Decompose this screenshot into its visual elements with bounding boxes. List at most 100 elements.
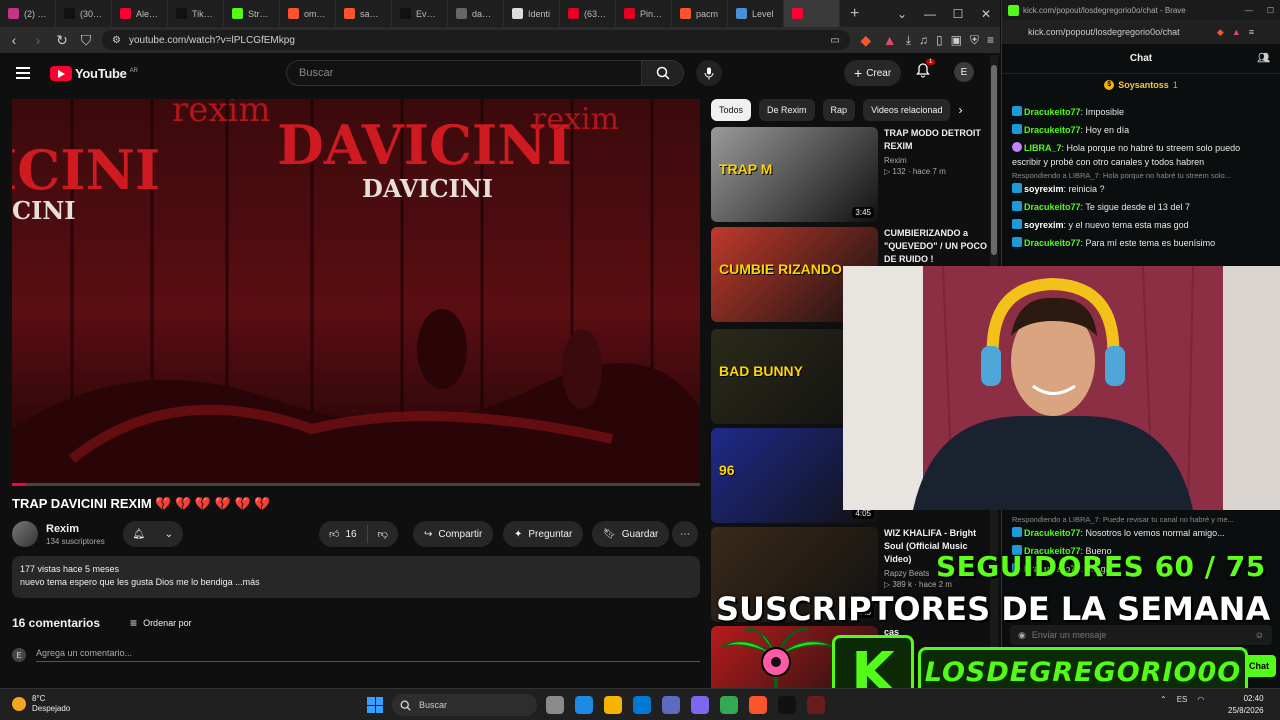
like-button[interactable]: 👍︎ 16 bbox=[319, 525, 368, 543]
browser-tab[interactable]: pacm bbox=[672, 0, 728, 27]
maximize-button[interactable]: ☐ bbox=[1267, 6, 1274, 15]
taskbar-app-icon[interactable] bbox=[662, 696, 680, 714]
chat-username[interactable]: Dracukeito77 bbox=[1024, 125, 1081, 135]
subscribed-button[interactable]: 🔔︎ ⌄ bbox=[122, 521, 183, 547]
vpn-icon[interactable]: ⛨ bbox=[970, 33, 979, 48]
account-avatar[interactable]: E bbox=[954, 62, 974, 82]
video-player[interactable]: DAVICINI DAVICINI rexim ICINI CINI rexim bbox=[12, 99, 700, 486]
youtube-logo[interactable]: YouTube AR bbox=[50, 65, 138, 81]
filter-chip[interactable]: De Rexim bbox=[759, 99, 815, 121]
chat-username[interactable]: Dracukeito77 bbox=[1024, 528, 1081, 538]
new-tab-button[interactable]: + bbox=[840, 5, 869, 23]
brave-shield-icon[interactable]: ◆ bbox=[858, 32, 874, 49]
chat-message[interactable]: Dracukeito77: Hoy en día bbox=[1002, 121, 1280, 139]
chat-username[interactable]: soyrexim bbox=[1024, 220, 1064, 230]
chat-username[interactable]: Dracukeito77 bbox=[1024, 238, 1081, 248]
browser-tab[interactable]: (63) Pi bbox=[560, 0, 616, 27]
smiley-icon[interactable]: ☺ bbox=[1255, 630, 1264, 640]
more-actions-button[interactable]: ⋯ bbox=[672, 521, 698, 547]
browser-tab[interactable]: (30)TikT bbox=[56, 0, 112, 27]
taskbar-app-icon[interactable] bbox=[807, 696, 825, 714]
chat-username[interactable]: soyrexim bbox=[1024, 184, 1064, 194]
pinned-user[interactable]: Soysantoss bbox=[1118, 80, 1169, 90]
weather-widget[interactable]: 8°C Despejado bbox=[12, 694, 70, 714]
chat-message[interactable]: Dracukeito77: Imposible bbox=[1002, 103, 1280, 121]
minimize-button[interactable]: — bbox=[1245, 6, 1253, 15]
taskbar-app-icon[interactable] bbox=[633, 696, 651, 714]
download-icon[interactable]: ⤓ bbox=[906, 33, 911, 48]
taskbar-app-icon[interactable] bbox=[546, 696, 564, 714]
kick-address-bar[interactable]: kick.com/popout/losdegregorio0o/chat ◆ ▲… bbox=[1002, 20, 1280, 44]
address-bar[interactable]: ⚙ youtube.com/watch?v=lPLCGfEMkpg ▭ bbox=[102, 30, 850, 50]
browser-tab[interactable]: TikTok bbox=[168, 0, 224, 27]
chat-message[interactable]: Dracukeito77: Para mí este tema es buení… bbox=[1002, 234, 1280, 252]
channel-name[interactable]: Rexim bbox=[46, 523, 105, 535]
maximize-button[interactable]: ☐ bbox=[944, 7, 972, 21]
media-icon[interactable]: ♫ bbox=[919, 33, 928, 48]
language-indicator[interactable]: ES bbox=[1177, 695, 1188, 704]
start-button[interactable] bbox=[367, 697, 383, 713]
search-button[interactable] bbox=[642, 60, 684, 86]
close-button[interactable]: ✕ bbox=[972, 7, 1000, 21]
share-button[interactable]: ↪ Compartir bbox=[413, 521, 494, 547]
browser-tab[interactable]: (2) Inst bbox=[0, 0, 56, 27]
chat-message[interactable]: LIBRA_7: Hola porque no habré tu streem … bbox=[1002, 139, 1280, 171]
brave-rewards-icon[interactable]: ▲ bbox=[1232, 27, 1241, 38]
video-channel[interactable]: Rexim bbox=[884, 156, 992, 165]
chat-message[interactable]: soyrexim: reinicia ? bbox=[1002, 180, 1280, 198]
wallet-icon[interactable]: ▣ bbox=[951, 33, 962, 48]
wifi-icon[interactable]: ◠ bbox=[1197, 695, 1204, 704]
browser-tab[interactable]: Alex R bbox=[112, 0, 168, 27]
chat-username[interactable]: Dracukeito77 bbox=[1024, 202, 1081, 212]
browser-tab[interactable]: Stream bbox=[224, 0, 280, 27]
users-icon[interactable]: 👥︎ bbox=[1257, 53, 1270, 64]
chat-username[interactable]: LIBRA_7 bbox=[1024, 143, 1062, 153]
browser-tab[interactable]: Identi bbox=[504, 0, 560, 27]
bookmark-icon[interactable]: ⛉ bbox=[78, 32, 94, 49]
tray-chevron-icon[interactable]: ⌃ bbox=[1160, 695, 1167, 704]
filter-chip[interactable]: Rap bbox=[822, 99, 856, 121]
taskbar-search[interactable]: Buscar bbox=[392, 694, 537, 716]
taskbar-app-icon[interactable] bbox=[575, 696, 593, 714]
chevron-right-icon[interactable]: › bbox=[958, 99, 962, 121]
browser-tab[interactable]: Level bbox=[728, 0, 784, 27]
taskbar-app-icon[interactable] bbox=[778, 696, 796, 714]
video-title[interactable]: TRAP MODO DETROIT REXIM bbox=[884, 127, 992, 153]
brave-rewards-icon[interactable]: ▲ bbox=[882, 32, 898, 48]
back-button[interactable]: ‹ bbox=[6, 32, 22, 48]
search-input[interactable]: Buscar bbox=[286, 60, 642, 86]
browser-tab[interactable]: Eventi bbox=[392, 0, 448, 27]
video-thumbnail[interactable]: TRAP M 3:45 bbox=[711, 127, 878, 222]
taskbar-app-icon[interactable] bbox=[691, 696, 709, 714]
progress-bar[interactable] bbox=[12, 483, 700, 486]
taskbar-app-icon[interactable] bbox=[749, 696, 767, 714]
create-button[interactable]: + Crear bbox=[844, 60, 902, 86]
ask-button[interactable]: ✦ Preguntar bbox=[503, 521, 584, 547]
hamburger-menu-icon[interactable] bbox=[16, 67, 30, 79]
browser-tab[interactable]: Pinter bbox=[616, 0, 672, 27]
channel-avatar[interactable] bbox=[12, 521, 38, 547]
save-button[interactable]: 🔖︎ Guardar bbox=[592, 521, 670, 547]
notifications-button[interactable]: 1 bbox=[916, 59, 936, 83]
clock[interactable]: 02:40 25/8/2026 bbox=[1228, 693, 1264, 717]
voice-search-button[interactable] bbox=[696, 60, 722, 86]
menu-icon[interactable]: ≡ bbox=[1249, 27, 1254, 38]
cast-icon[interactable]: ▭ bbox=[830, 35, 839, 46]
browser-tab[interactable]: ometv bbox=[280, 0, 336, 27]
reload-button[interactable]: ↻ bbox=[54, 32, 70, 49]
dislike-button[interactable]: 👎︎ bbox=[368, 528, 398, 540]
filter-chip[interactable]: Videos relacionad bbox=[863, 99, 951, 121]
sidebar-icon[interactable]: ▯ bbox=[936, 33, 943, 48]
minimize-button[interactable]: — bbox=[916, 7, 944, 21]
filter-chip[interactable]: Todos bbox=[711, 99, 752, 121]
browser-tab[interactable]: sacrific bbox=[336, 0, 392, 27]
taskbar-app-icon[interactable] bbox=[604, 696, 622, 714]
comment-input[interactable]: Agrega un comentario... bbox=[36, 648, 700, 662]
description-box[interactable]: 177 vistas hace 5 meses nuevo tema esper… bbox=[12, 556, 700, 598]
site-settings-icon[interactable]: ⚙ bbox=[112, 35, 121, 46]
chat-message[interactable]: Dracukeito77: Nosotros lo vemos normal a… bbox=[1002, 524, 1280, 542]
chevron-down-icon[interactable]: ⌄ bbox=[888, 7, 916, 21]
chat-message[interactable]: soyrexim: y el nuevo tema esta mas god bbox=[1002, 216, 1280, 234]
menu-icon[interactable]: ≡ bbox=[987, 33, 994, 48]
recommended-video[interactable]: TRAP M 3:45 TRAP MODO DETROIT REXIM Rexim ▷ … bbox=[711, 127, 991, 222]
